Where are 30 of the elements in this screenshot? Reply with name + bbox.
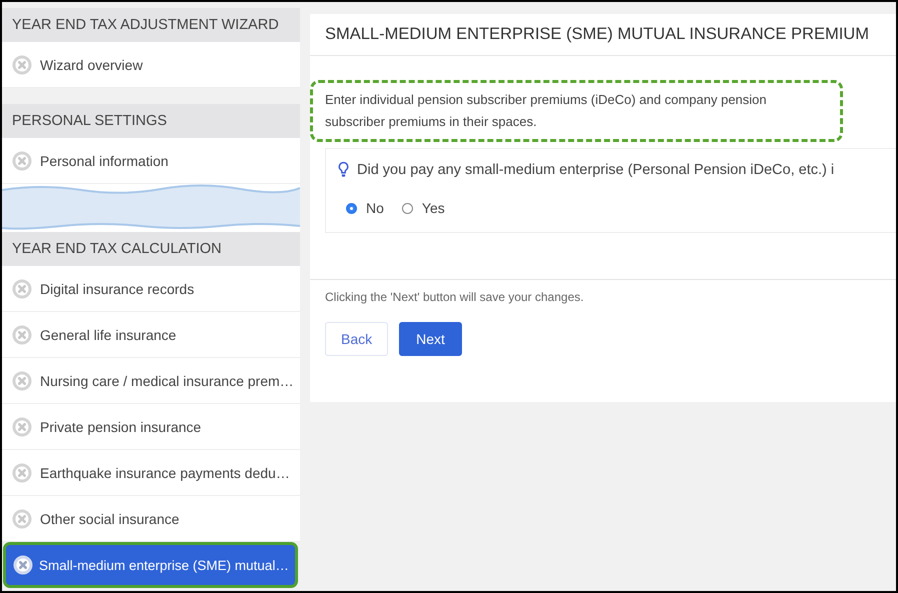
lightbulb-icon <box>338 161 349 178</box>
sidebar-item[interactable]: Private pension insurance <box>2 404 300 450</box>
status-icon <box>12 324 32 344</box>
radio-option[interactable]: Yes <box>402 200 445 216</box>
sidebar-item[interactable]: General life insurance <box>2 312 300 358</box>
next-button[interactable]: Next <box>399 322 462 356</box>
instruction-text: Enter individual pension subscriber premiums (iDeCo) and company pension subscriber premiums in their spaces. <box>310 80 843 142</box>
sidebar-item[interactable]: Personal information <box>2 138 300 184</box>
section-header: YEAR END TAX CALCULATION <box>2 232 300 266</box>
back-button[interactable]: Back <box>325 322 388 356</box>
sidebar-item[interactable]: Wizard overview <box>2 42 300 88</box>
sidebar-item[interactable]: Earthquake insurance payments dedu… <box>2 450 300 496</box>
status-icon <box>12 508 32 528</box>
status-icon <box>12 416 32 436</box>
status-icon <box>12 150 32 170</box>
status-icon <box>12 278 32 298</box>
status-icon <box>13 555 33 575</box>
status-icon <box>12 54 32 74</box>
question-text: Did you pay any small-medium enterprise (Personal Pension iDeCo, etc.) i <box>357 162 834 178</box>
section-header: YEAR END TAX ADJUSTMENT WIZARD <box>2 8 300 42</box>
section-header: PERSONAL SETTINGS <box>2 104 300 138</box>
status-icon <box>12 462 32 482</box>
status-icon <box>12 370 32 390</box>
radio-option[interactable]: No <box>346 200 384 216</box>
sidebar-item[interactable]: Nursing care / medical insurance prem… <box>2 358 300 404</box>
sidebar-item[interactable]: Small-medium enterprise (SME) mutual… <box>3 542 298 588</box>
sidebar-item[interactable]: Other social insurance <box>2 496 300 542</box>
save-note: Clicking the 'Next' button will save your changes. <box>325 290 585 304</box>
page-title: SMALL-MEDIUM ENTERPRISE (SME) MUTUAL INSURANCE PREMIUM <box>310 14 896 56</box>
sidebar-item[interactable]: Digital insurance records <box>2 266 300 312</box>
